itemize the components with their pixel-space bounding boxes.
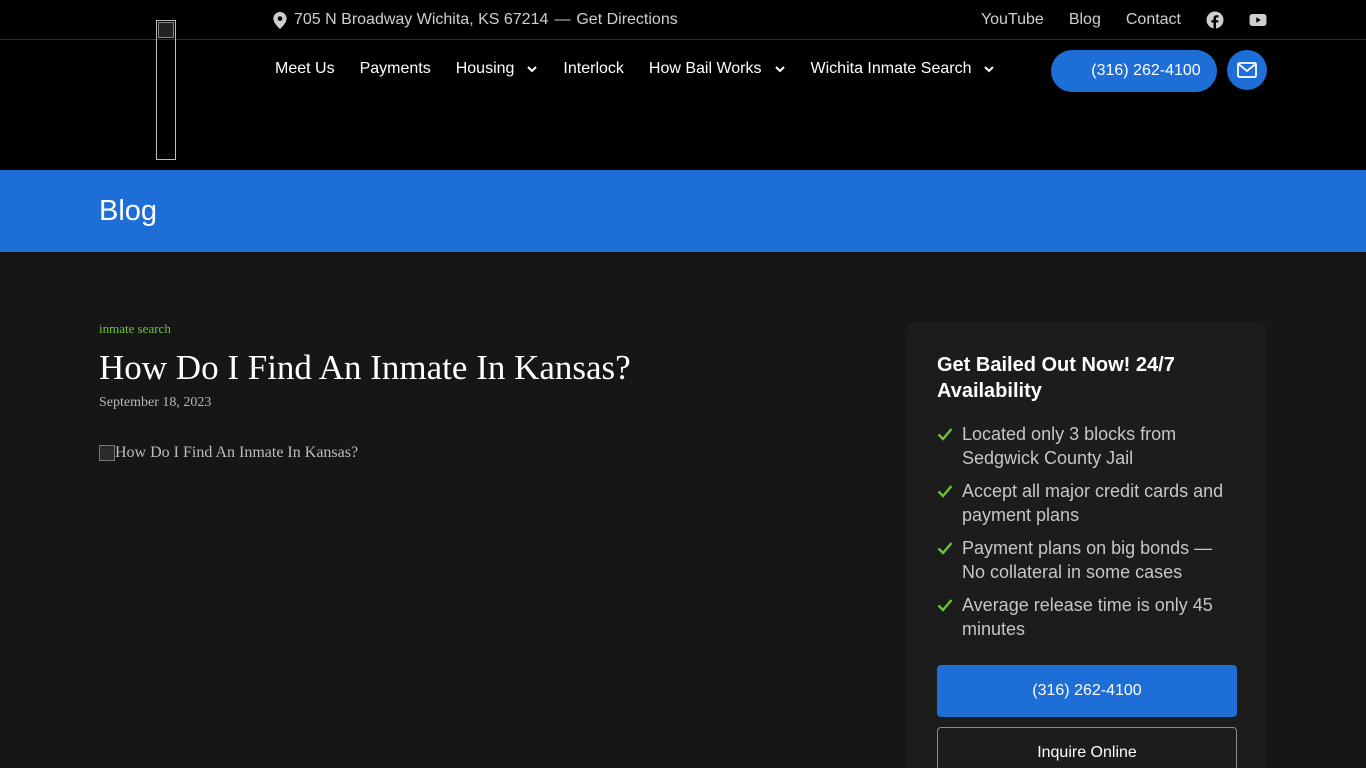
post-category-link[interactable]: inmate search — [99, 321, 171, 337]
header-phone-button[interactable]: (316) 262-4100 — [1051, 50, 1217, 92]
post-date: September 18, 2023 — [99, 395, 212, 410]
youtube-link[interactable]: YouTube — [981, 11, 1044, 29]
chevron-down-icon — [984, 66, 995, 73]
page-banner: Blog — [0, 170, 1366, 252]
post-featured-image: How Do I Find An Inmate In Kansas? — [99, 444, 358, 462]
address-separator: — — [554, 11, 571, 28]
nav-label: Interlock — [563, 60, 624, 77]
list-item: Payment plans on big bonds — No collater… — [937, 536, 1237, 584]
post-image-alt: How Do I Find An Inmate In Kansas? — [115, 444, 359, 461]
cta-heading: Get Bailed Out Now! 24/7 Availability — [937, 354, 1175, 402]
list-item: Located only 3 blocks from Sedgwick Coun… — [937, 422, 1237, 470]
top-links: YouTube Blog Contact — [956, 0, 1267, 40]
blog-link[interactable]: Blog — [1069, 11, 1101, 29]
nav-item-payments[interactable]: Payments — [360, 60, 431, 78]
check-icon — [937, 428, 953, 441]
nav-item-wichita-inmate-search[interactable]: Wichita Inmate Search — [811, 60, 996, 78]
header-mail-button[interactable] — [1227, 50, 1267, 90]
cta-checklist: Located only 3 blocks from Sedgwick Coun… — [937, 422, 1237, 650]
page-title: Blog — [99, 195, 158, 227]
nav-label: How Bail Works — [648, 60, 762, 77]
address-block: 705 N Broadway Wichita, KS 67214 — Get D… — [273, 0, 678, 40]
check-icon — [937, 599, 953, 612]
bail-cta-card: Get Bailed Out Now! 24/7 Availability Lo… — [907, 322, 1267, 768]
cta-phone-button[interactable]: (316) 262-4100 — [937, 665, 1237, 717]
main-nav: Meet Us Payments Housing Interlock How B… — [275, 50, 1020, 88]
nav-item-meet-us[interactable]: Meet Us — [275, 60, 335, 78]
nav-item-housing[interactable]: Housing — [456, 60, 539, 78]
check-text: Payment plans on big bonds — No collater… — [962, 538, 1213, 582]
nav-item-how-bail-works[interactable]: How Bail Works — [649, 60, 786, 78]
check-icon — [937, 485, 953, 498]
chevron-down-icon — [527, 66, 538, 73]
nav-label: Housing — [455, 60, 515, 77]
broken-image-icon — [99, 445, 115, 461]
contact-link[interactable]: Contact — [1126, 11, 1181, 29]
header-phone-label: (316) 262-4100 — [1091, 62, 1201, 79]
mail-icon — [1237, 62, 1257, 78]
youtube-icon[interactable] — [1249, 11, 1267, 29]
nav-label: Wichita Inmate Search — [810, 60, 972, 77]
map-pin-icon — [273, 11, 287, 29]
nav-item-interlock[interactable]: Interlock — [563, 60, 623, 78]
inquire-label: Inquire Online — [1037, 744, 1137, 761]
top-bar: 705 N Broadway Wichita, KS 67214 — Get D… — [0, 0, 1366, 40]
cta-phone-label: (316) 262-4100 — [1032, 682, 1142, 699]
nav-label: Meet Us — [275, 60, 335, 77]
address-text[interactable]: 705 N Broadway Wichita, KS 67214 — [294, 11, 548, 29]
nav-label: Payments — [359, 60, 431, 77]
check-icon — [937, 542, 953, 555]
facebook-icon[interactable] — [1206, 11, 1224, 29]
chevron-down-icon — [774, 66, 785, 73]
list-item: Accept all major credit cards and paymen… — [937, 479, 1237, 527]
inquire-online-button[interactable]: Inquire Online — [937, 727, 1237, 768]
list-item: Average release time is only 45 minutes — [937, 593, 1237, 641]
get-directions-link[interactable]: Get Directions — [576, 11, 677, 29]
post-title: How Do I Find An Inmate In Kansas? — [99, 348, 631, 387]
check-text: Accept all major credit cards and paymen… — [962, 481, 1224, 525]
site-header: 705 N Broadway Wichita, KS 67214 — Get D… — [0, 0, 1366, 170]
check-text: Average release time is only 45 minutes — [962, 595, 1213, 639]
check-text: Located only 3 blocks from Sedgwick Coun… — [962, 424, 1177, 468]
site-logo[interactable] — [156, 20, 176, 160]
